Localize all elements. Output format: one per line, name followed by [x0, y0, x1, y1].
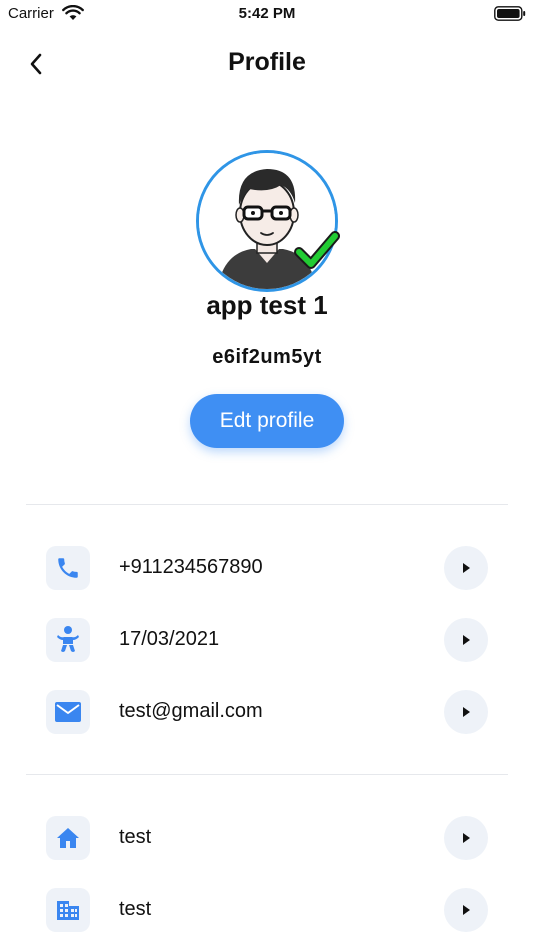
play-arrow-icon	[463, 707, 470, 717]
birthdate-row[interactable]: 17/03/2021	[46, 618, 488, 662]
clock-time: 5:42 PM	[238, 5, 296, 22]
edit-profile-button[interactable]: Edt profile	[190, 394, 344, 448]
home-arrow-button[interactable]	[444, 816, 488, 860]
birthdate-value: 17/03/2021	[119, 628, 220, 650]
profile-code: e6if2um5yt	[212, 346, 322, 368]
phone-arrow-button[interactable]	[444, 546, 488, 590]
birthdate-arrow-button[interactable]	[444, 618, 488, 662]
check-icon	[294, 231, 340, 269]
play-arrow-icon	[463, 635, 470, 645]
home-value: test	[119, 826, 152, 848]
play-arrow-icon	[463, 833, 470, 843]
baby-icon	[46, 618, 90, 662]
phone-icon	[46, 546, 90, 590]
home-row[interactable]: test	[46, 816, 488, 860]
profile-name: app test 1	[206, 290, 328, 320]
email-row[interactable]: test@gmail.com	[46, 690, 488, 734]
divider	[26, 774, 508, 775]
building-icon	[46, 888, 90, 932]
home-icon	[46, 816, 90, 860]
phone-value: +911234567890	[119, 556, 263, 578]
building-value: test	[119, 898, 152, 920]
building-arrow-button[interactable]	[444, 888, 488, 932]
email-value: test@gmail.com	[119, 700, 263, 722]
building-row[interactable]: test	[46, 888, 488, 932]
play-arrow-icon	[463, 905, 470, 915]
email-icon	[46, 690, 90, 734]
play-arrow-icon	[463, 563, 470, 573]
status-bar: Carrier 5:42 PM	[0, 0, 534, 28]
navigation-bar: Profile	[0, 40, 534, 86]
page-title: Profile	[228, 48, 306, 76]
email-arrow-button[interactable]	[444, 690, 488, 734]
profile-avatar[interactable]	[196, 150, 340, 292]
battery-icon	[494, 6, 526, 21]
phone-row[interactable]: +911234567890	[46, 546, 488, 590]
divider	[26, 504, 508, 505]
